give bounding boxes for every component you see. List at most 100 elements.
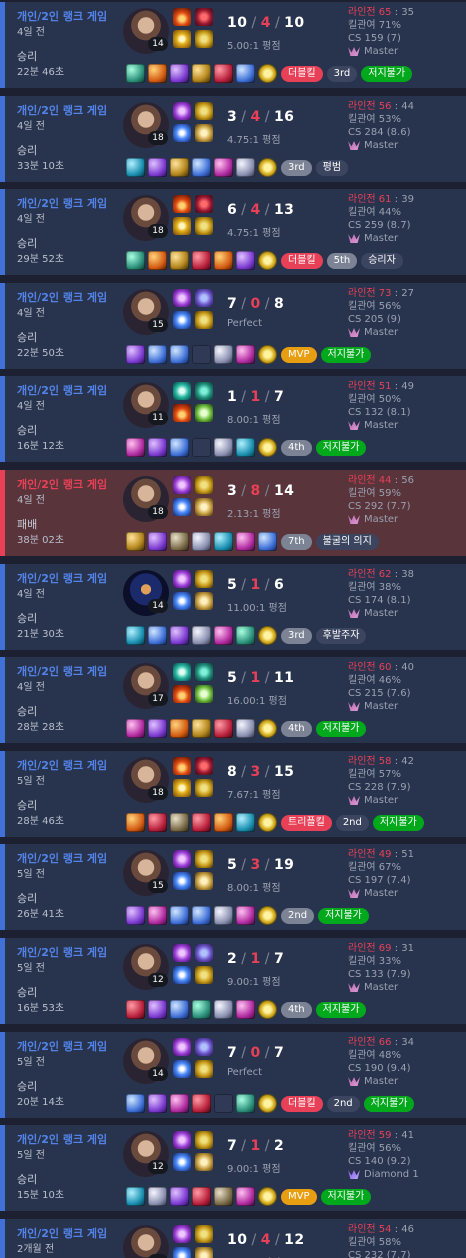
secondary-rune-icon[interactable] (195, 498, 213, 516)
item-icon[interactable] (214, 1000, 233, 1019)
primary-rune-icon[interactable] (195, 8, 213, 26)
secondary-rune-icon[interactable] (195, 685, 213, 703)
summoner-spell-1-icon[interactable] (173, 944, 191, 962)
item-icon[interactable] (126, 64, 145, 83)
trinket-icon[interactable] (258, 906, 277, 925)
item-icon[interactable] (126, 906, 145, 925)
item-icon[interactable] (170, 345, 189, 364)
item-icon[interactable] (148, 719, 167, 738)
item-icon[interactable] (236, 532, 255, 551)
summoner-spell-2-icon[interactable] (173, 124, 191, 142)
primary-rune-icon[interactable] (195, 382, 213, 400)
summoner-spell-2-icon[interactable] (173, 30, 191, 48)
summoner-spell-2-icon[interactable] (173, 872, 191, 890)
item-icon[interactable] (192, 64, 211, 83)
summoner-spell-1-icon[interactable] (173, 289, 191, 307)
summoner-spell-1-icon[interactable] (173, 476, 191, 494)
item-icon[interactable] (148, 626, 167, 645)
primary-rune-icon[interactable] (195, 944, 213, 962)
summoner-spell-2-icon[interactable] (173, 685, 191, 703)
item-icon[interactable] (148, 906, 167, 925)
item-icon[interactable] (236, 158, 255, 177)
trinket-icon[interactable] (258, 1094, 277, 1113)
secondary-rune-icon[interactable] (195, 779, 213, 797)
match-card[interactable]: 개인/2인 랭크 게임 4일 전 승리 22분 50초 15 7/0/8 Perfect 라… (0, 283, 466, 369)
primary-rune-icon[interactable] (195, 102, 213, 120)
summoner-spell-1-icon[interactable] (173, 8, 191, 26)
match-card[interactable]: 개인/2인 랭크 게임 4일 전 승리 28분 28초 17 5/1/11 16.00:1 … (0, 657, 466, 743)
match-card[interactable]: 개인/2인 랭크 게임 4일 전 승리 21분 30초 14 5/1/6 11.00:1 평… (0, 564, 466, 650)
secondary-rune-icon[interactable] (195, 1153, 213, 1171)
match-card[interactable]: 개인/2인 랭크 게임 5일 전 승리 16분 53초 12 2/1/7 9.00:1 평점… (0, 938, 466, 1024)
item-icon[interactable] (170, 532, 189, 551)
summoner-spell-2-icon[interactable] (173, 217, 191, 235)
summoner-spell-1-icon[interactable] (173, 1038, 191, 1056)
summoner-spell-2-icon[interactable] (173, 966, 191, 984)
summoner-spell-1-icon[interactable] (173, 1131, 191, 1149)
primary-rune-icon[interactable] (195, 663, 213, 681)
trinket-icon[interactable] (258, 158, 277, 177)
primary-rune-icon[interactable] (195, 1225, 213, 1243)
item-icon[interactable] (192, 158, 211, 177)
item-icon[interactable] (236, 1094, 255, 1113)
secondary-rune-icon[interactable] (195, 124, 213, 142)
trinket-icon[interactable] (258, 626, 277, 645)
item-icon[interactable] (126, 532, 145, 551)
item-icon[interactable] (214, 251, 233, 270)
item-icon[interactable] (126, 1000, 145, 1019)
secondary-rune-icon[interactable] (195, 217, 213, 235)
item-icon[interactable] (126, 719, 145, 738)
item-icon[interactable] (192, 251, 211, 270)
champion-portrait[interactable] (123, 1225, 169, 1258)
item-icon[interactable] (170, 251, 189, 270)
item-icon[interactable] (126, 438, 145, 457)
item-icon[interactable] (214, 158, 233, 177)
match-card[interactable]: 개인/2인 랭크 게임 4일 전 승리 16분 12초 11 1/1/7 8.00:1 평점… (0, 376, 466, 462)
primary-rune-icon[interactable] (195, 195, 213, 213)
match-card[interactable]: 개인/2인 랭크 게임 4일 전 승리 29분 52초 18 6/4/13 4.75:1 평… (0, 189, 466, 275)
item-icon[interactable] (192, 532, 211, 551)
item-icon[interactable] (214, 345, 233, 364)
trinket-icon[interactable] (258, 345, 277, 364)
summoner-spell-1-icon[interactable] (173, 1225, 191, 1243)
summoner-spell-2-icon[interactable] (173, 592, 191, 610)
summoner-spell-2-icon[interactable] (173, 311, 191, 329)
secondary-rune-icon[interactable] (195, 30, 213, 48)
item-icon[interactable] (148, 1094, 167, 1113)
item-icon[interactable] (192, 626, 211, 645)
item-icon[interactable] (258, 532, 277, 551)
match-card[interactable]: 개인/2인 랭크 게임 4일 전 패배 38분 02초 18 3/8/14 2.13:1 평… (0, 470, 466, 556)
item-icon[interactable] (148, 438, 167, 457)
summoner-spell-1-icon[interactable] (173, 382, 191, 400)
item-icon[interactable] (170, 719, 189, 738)
item-icon[interactable] (214, 532, 233, 551)
item-icon[interactable] (148, 1187, 167, 1206)
item-icon[interactable] (236, 906, 255, 925)
primary-rune-icon[interactable] (195, 1038, 213, 1056)
item-icon[interactable] (126, 345, 145, 364)
secondary-rune-icon[interactable] (195, 872, 213, 890)
trinket-icon[interactable] (258, 1000, 277, 1019)
summoner-spell-2-icon[interactable] (173, 404, 191, 422)
primary-rune-icon[interactable] (195, 570, 213, 588)
item-icon[interactable] (236, 1000, 255, 1019)
item-icon[interactable] (236, 345, 255, 364)
item-icon[interactable] (214, 719, 233, 738)
summoner-spell-1-icon[interactable] (173, 757, 191, 775)
item-icon[interactable] (126, 626, 145, 645)
match-card[interactable]: 개인/2인 랭크 게임 5일 전 승리 15분 10초 12 7/1/2 9.00:1 평점… (0, 1125, 466, 1211)
secondary-rune-icon[interactable] (195, 1060, 213, 1078)
item-icon[interactable] (236, 1187, 255, 1206)
item-icon[interactable] (214, 813, 233, 832)
item-icon[interactable] (192, 1094, 211, 1113)
secondary-rune-icon[interactable] (195, 592, 213, 610)
match-card[interactable]: 개인/2인 랭크 게임 5일 전 승리 26분 41초 15 5/3/19 8.00:1 평… (0, 844, 466, 930)
secondary-rune-icon[interactable] (195, 311, 213, 329)
trinket-icon[interactable] (258, 1187, 277, 1206)
item-icon[interactable] (170, 1187, 189, 1206)
primary-rune-icon[interactable] (195, 850, 213, 868)
item-icon[interactable] (148, 532, 167, 551)
item-icon[interactable] (214, 906, 233, 925)
summoner-spell-2-icon[interactable] (173, 779, 191, 797)
item-icon[interactable] (236, 438, 255, 457)
